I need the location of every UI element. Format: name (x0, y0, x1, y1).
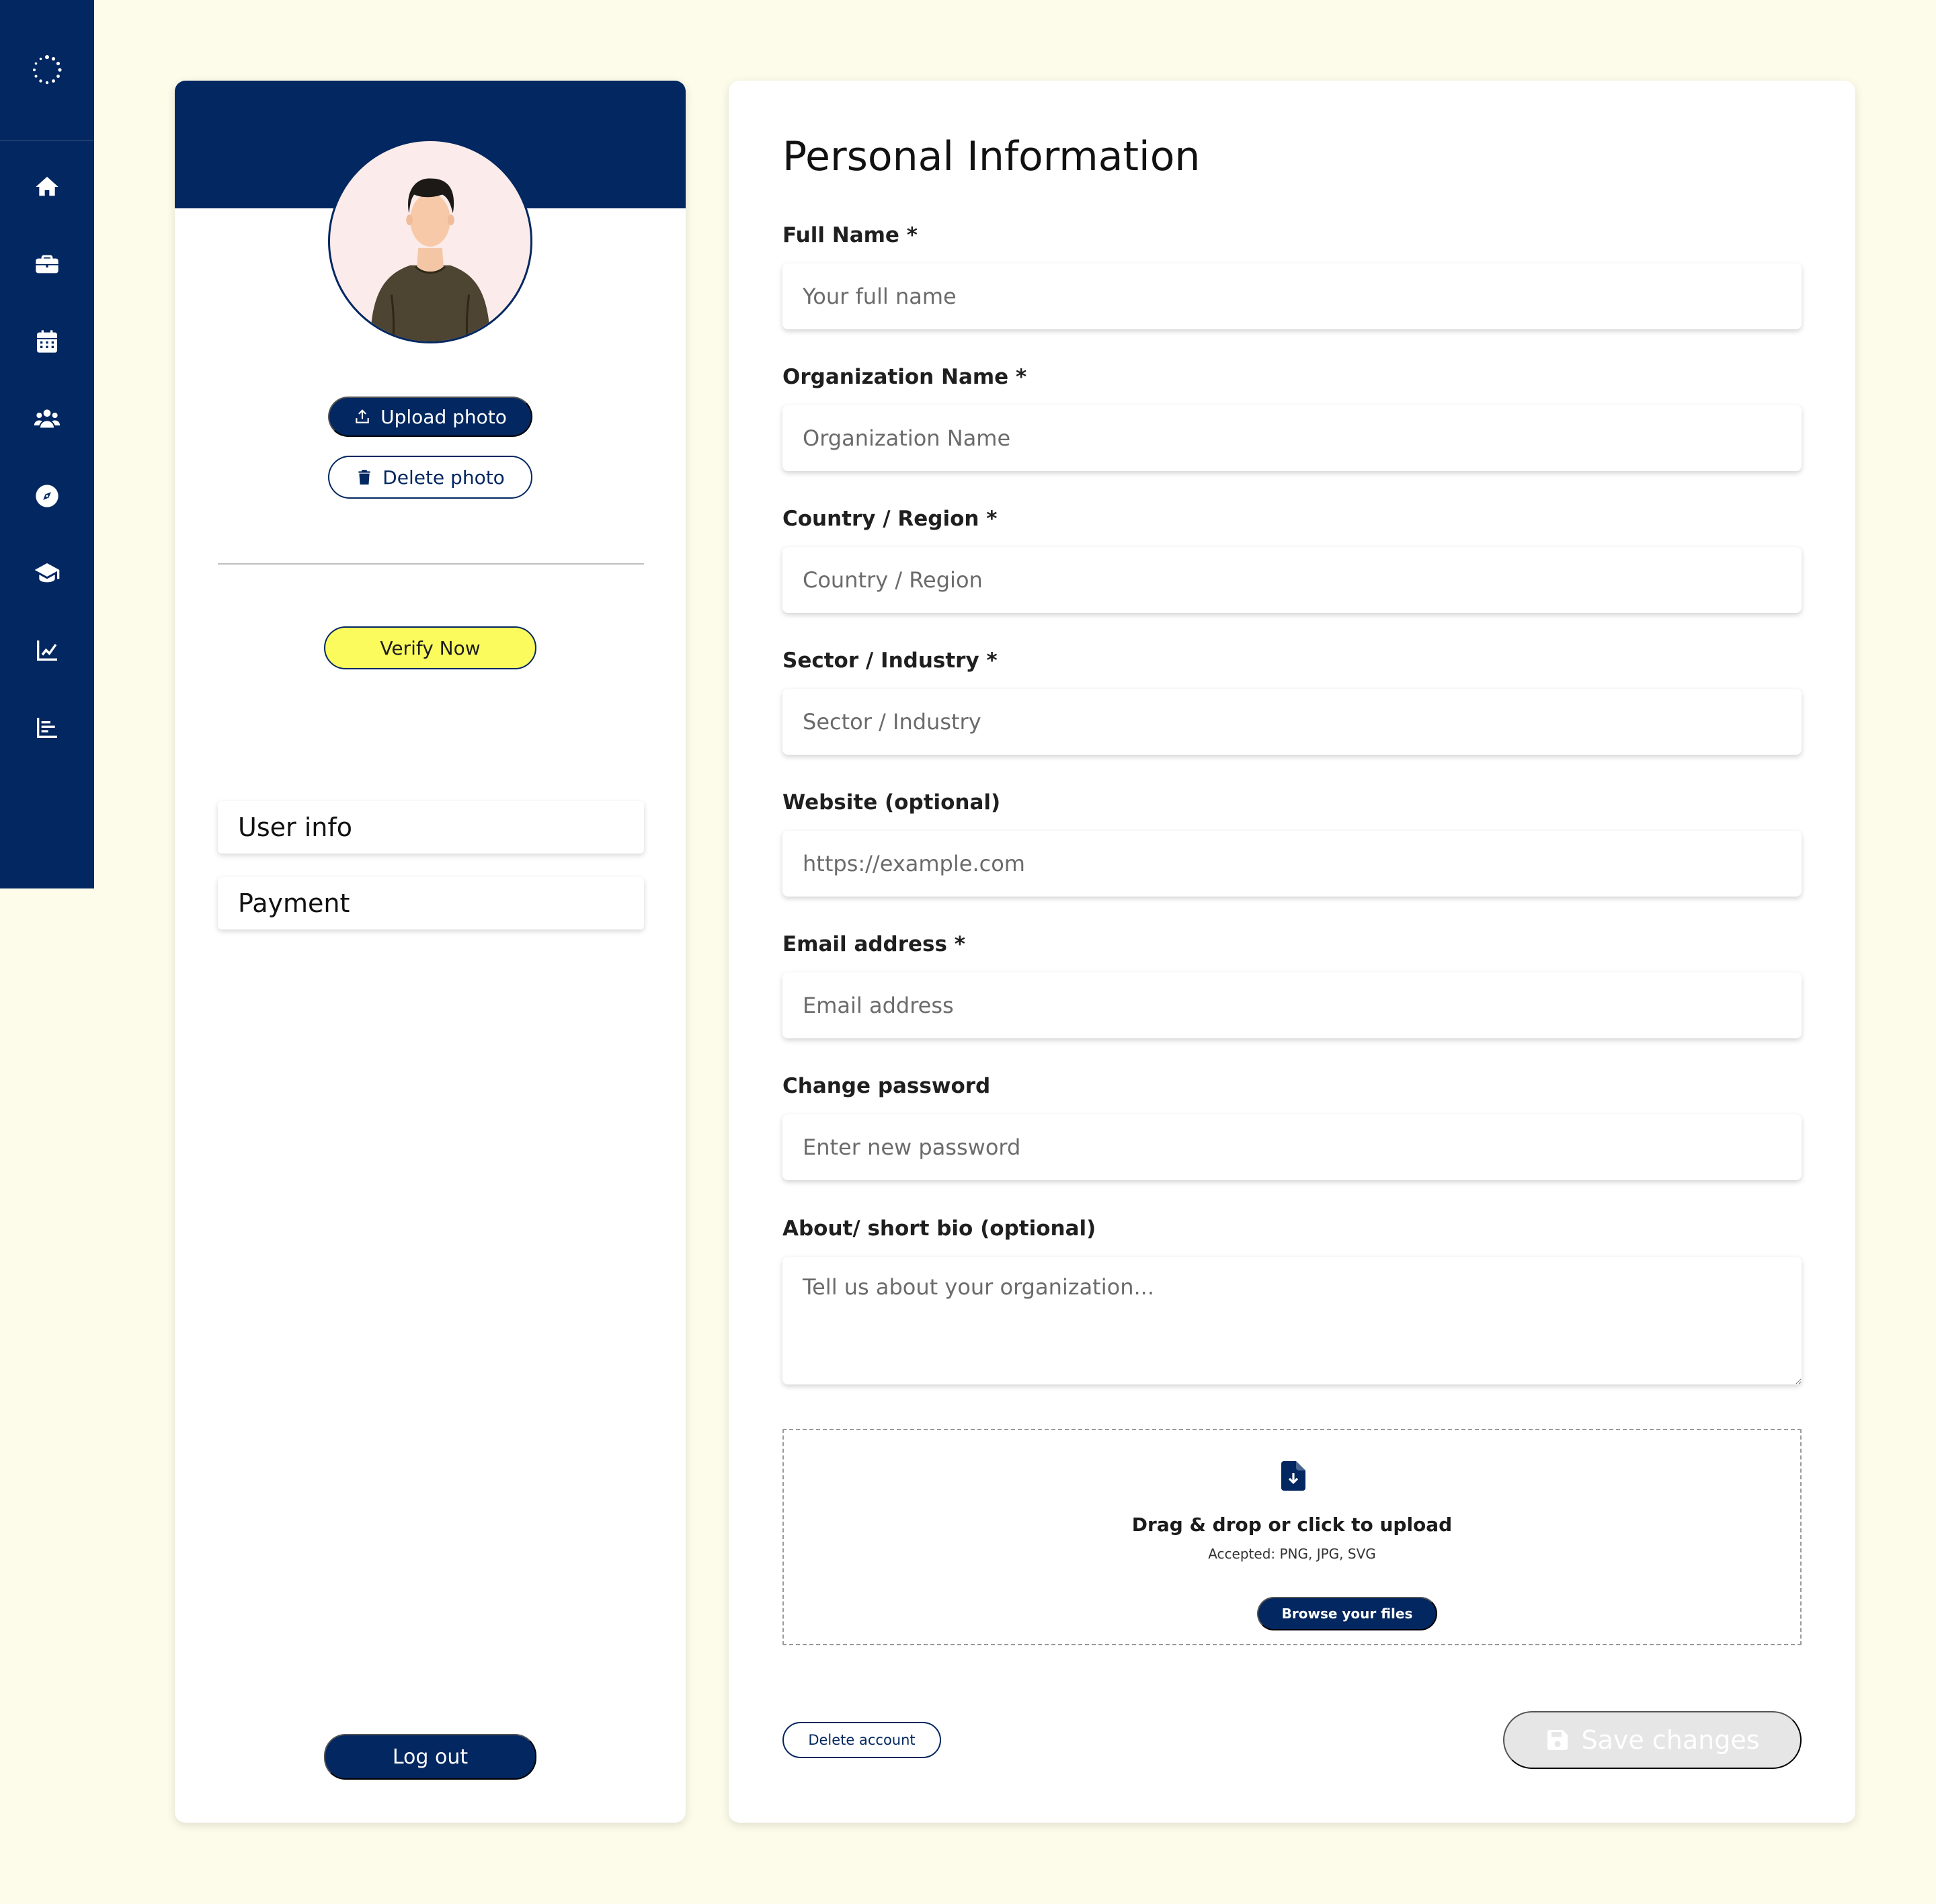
verify-now-button[interactable]: Verify Now (324, 626, 536, 669)
upload-photo-button[interactable]: Upload photo (328, 397, 532, 437)
full-name-input[interactable] (782, 263, 1802, 329)
password-input[interactable] (782, 1114, 1802, 1180)
email-field[interactable] (782, 972, 1802, 1038)
calendar-icon (37, 329, 57, 353)
sector-label: Sector / Industry * (782, 649, 998, 673)
sector-input[interactable] (782, 689, 1802, 755)
menu-payment[interactable]: Payment (218, 877, 644, 929)
file-dropzone[interactable]: Drag & drop or click to upload Accepted:… (782, 1429, 1802, 1645)
delete-account-label: Delete account (808, 1732, 916, 1748)
nav-home[interactable] (0, 148, 94, 225)
dropzone-title: Drag & drop or click to upload (1131, 1514, 1453, 1536)
briefcase-icon (36, 255, 58, 273)
file-download-icon (1281, 1461, 1305, 1491)
delete-photo-label: Delete photo (382, 466, 505, 489)
nav-reports[interactable] (0, 689, 94, 766)
logout-label: Log out (392, 1745, 469, 1769)
save-changes-label: Save changes (1581, 1725, 1760, 1755)
spinner-logo-icon[interactable] (0, 0, 94, 141)
bar-chart-icon (37, 717, 57, 738)
delete-account-button[interactable]: Delete account (782, 1722, 941, 1758)
graduation-cap-icon (34, 563, 60, 582)
page-title: Personal Information (782, 133, 1201, 180)
avatar-illustration (370, 178, 491, 341)
website-label: Website (optional) (782, 790, 1001, 815)
browse-files-button[interactable]: Browse your files (1257, 1597, 1437, 1630)
upload-photo-label: Upload photo (380, 405, 507, 428)
organization-input[interactable] (782, 405, 1802, 471)
organization-label: Organization Name * (782, 365, 1027, 389)
sidebar (0, 0, 94, 888)
save-changes-button[interactable]: Save changes (1503, 1711, 1802, 1769)
compass-icon (36, 484, 58, 507)
nav-work[interactable] (0, 225, 94, 302)
bio-textarea[interactable] (782, 1257, 1802, 1384)
save-icon (1547, 1730, 1568, 1750)
divider (218, 563, 644, 565)
full-name-label: Full Name * (782, 223, 918, 247)
nav-learning[interactable] (0, 534, 94, 612)
trash-icon (358, 470, 370, 485)
country-label: Country / Region * (782, 507, 998, 531)
users-icon (34, 409, 61, 427)
verify-now-label: Verify Now (380, 636, 481, 659)
profile-card: Upload photo Delete photo Verify Now Use… (175, 81, 686, 1823)
menu-user-info-label: User info (238, 813, 352, 842)
upload-icon (356, 409, 369, 423)
delete-photo-button[interactable]: Delete photo (328, 456, 532, 499)
nav-explore[interactable] (0, 457, 94, 534)
browse-files-label: Browse your files (1281, 1606, 1413, 1622)
home-icon (36, 176, 58, 196)
email-label: Email address * (782, 932, 965, 956)
menu-payment-label: Payment (238, 888, 350, 918)
bio-label: About/ short bio (optional) (782, 1216, 1096, 1241)
website-input[interactable] (782, 831, 1802, 897)
country-input[interactable] (782, 547, 1802, 613)
line-chart-icon (37, 640, 57, 661)
nav-calendar[interactable] (0, 302, 94, 380)
nav-analytics[interactable] (0, 612, 94, 689)
avatar (328, 139, 532, 343)
menu-user-info[interactable]: User info (218, 801, 644, 854)
nav-community[interactable] (0, 380, 94, 457)
password-label: Change password (782, 1074, 991, 1098)
personal-info-form: Personal Information Full Name * Organiz… (729, 81, 1855, 1823)
logout-button[interactable]: Log out (324, 1734, 536, 1780)
dropzone-accepted-types: Accepted: PNG, JPG, SVG (1208, 1546, 1376, 1562)
